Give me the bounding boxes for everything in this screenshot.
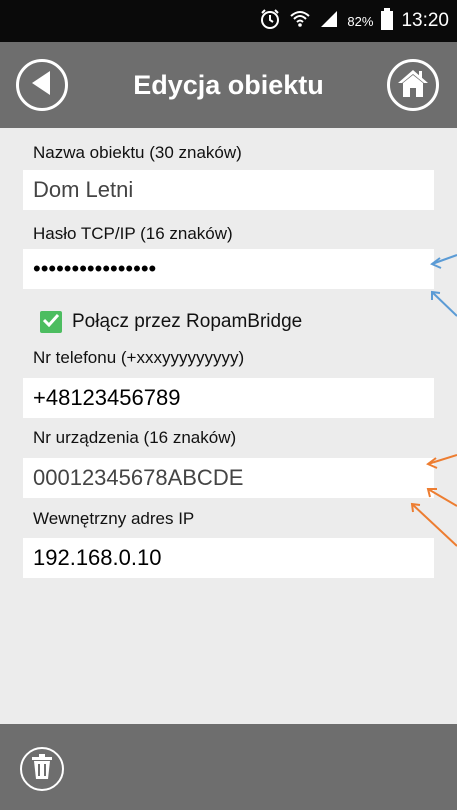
blue-arrow-1: [431, 254, 457, 265]
status-bar: 82% 13:20: [0, 0, 457, 42]
device-label: Nr urządzenia (16 znaków): [33, 428, 237, 447]
signal-icon: [319, 9, 339, 34]
bridge-checkbox-label: Połącz przez RopamBridge: [72, 311, 303, 332]
app-bar: Edycja obiektu: [0, 42, 457, 128]
home-icon: [397, 68, 429, 103]
delete-button[interactable]: [20, 747, 64, 791]
alarm-icon: [259, 8, 281, 35]
device-input[interactable]: 00012345678ABCDE: [23, 458, 434, 498]
trash-icon: [31, 753, 53, 785]
name-input[interactable]: Dom Letni: [23, 170, 434, 210]
battery-percent: 82%: [347, 13, 374, 29]
status-time: 13:20: [401, 10, 449, 31]
ip-label: Wewnętrzny adres IP: [33, 509, 195, 528]
bridge-checkbox[interactable]: [40, 311, 62, 333]
blue-arrow-2: [431, 291, 457, 317]
name-label: Nazwa obiektu (30 znaków): [33, 143, 242, 162]
wifi-icon: [289, 8, 311, 35]
bottom-bar: [0, 724, 457, 810]
checkmark-icon: [42, 313, 60, 332]
password-label: Hasło TCP/IP (16 znaków): [33, 224, 233, 243]
bridge-checkbox-row[interactable]: Połącz przez RopamBridge: [40, 309, 302, 335]
orange-arrow-3-head: [410, 502, 421, 513]
ip-input[interactable]: 192.168.0.10: [23, 538, 434, 578]
phone-label: Nr telefonu (+xxxyyyyyyyyy): [33, 348, 245, 367]
phone-input[interactable]: +48123456789: [23, 378, 434, 418]
battery-icon: [381, 7, 394, 35]
status-icons: 82% 13:20: [259, 0, 449, 42]
password-input[interactable]: ••••••••••••••••: [23, 249, 434, 289]
blue-arrow-2-head: [431, 290, 441, 300]
home-button[interactable]: [387, 59, 439, 111]
